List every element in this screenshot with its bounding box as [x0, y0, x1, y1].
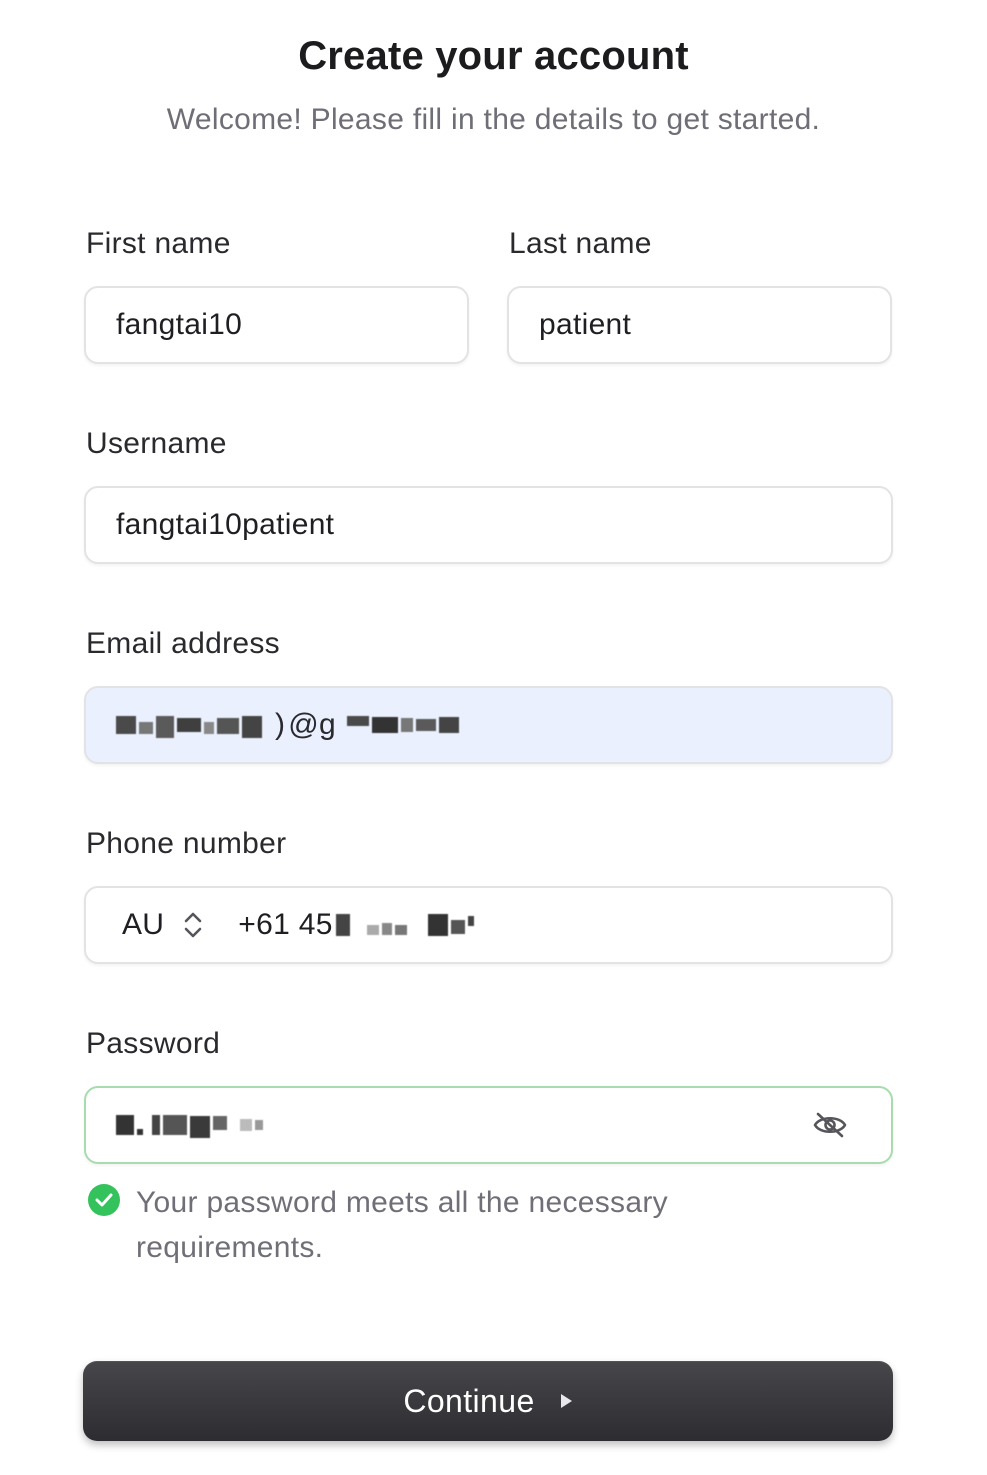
- page-title: Create your account: [298, 34, 689, 78]
- phone-label: Phone number: [86, 827, 287, 860]
- signup-form: First name fangtai10 Last name patient U…: [84, 224, 893, 1270]
- username-input[interactable]: fangtai10patient: [84, 486, 893, 564]
- continue-button[interactable]: Continue: [83, 1361, 893, 1441]
- username-label: Username: [86, 427, 227, 460]
- chevron-up-down-icon: [184, 912, 202, 938]
- check-circle-icon: [88, 1184, 120, 1216]
- password-label: Password: [86, 1027, 221, 1060]
- last-name-input[interactable]: patient: [507, 286, 892, 364]
- country-code: AU: [122, 908, 165, 941]
- username-field-group: Username fangtai10patient: [84, 424, 893, 564]
- phone-redacted-value: +61 45: [238, 908, 474, 942]
- first-name-input[interactable]: fangtai10: [84, 286, 469, 364]
- last-name-value: patient: [539, 308, 632, 341]
- password-hint: Your password meets all the necessary re…: [84, 1180, 893, 1270]
- password-redacted-value: [116, 1112, 263, 1138]
- password-hint-text: Your password meets all the necessary re…: [136, 1186, 668, 1264]
- first-name-value: fangtai10: [116, 308, 243, 341]
- email-visible-fragment: @g: [288, 708, 337, 741]
- email-field-group: Email address ) @g: [84, 624, 893, 764]
- email-label: Email address: [86, 627, 280, 660]
- play-arrow-icon: [560, 1394, 572, 1408]
- last-name-label: Last name: [509, 227, 652, 260]
- last-name-field-group: Last name patient: [507, 224, 892, 364]
- username-value: fangtai10patient: [116, 508, 335, 541]
- password-input[interactable]: [84, 1086, 893, 1164]
- name-row: First name fangtai10 Last name patient: [84, 224, 893, 364]
- first-name-label: First name: [86, 227, 231, 260]
- email-redacted-value: ) @g: [116, 708, 460, 742]
- phone-input[interactable]: AU +61 45: [84, 886, 893, 964]
- email-input[interactable]: ) @g: [84, 686, 893, 764]
- password-field-group: Password Your password meets all the nec…: [84, 1024, 893, 1270]
- header: Create your account Welcome! Please fill…: [0, 0, 987, 137]
- continue-label: Continue: [403, 1382, 535, 1419]
- country-select[interactable]: AU: [122, 908, 204, 942]
- first-name-field-group: First name fangtai10: [84, 224, 469, 364]
- eye-slash-icon[interactable]: [813, 1111, 847, 1139]
- page-subtitle: Welcome! Please fill in the details to g…: [166, 103, 821, 136]
- phone-visible-fragment: +61 45: [238, 908, 333, 941]
- phone-field-group: Phone number AU +61 45: [84, 824, 893, 964]
